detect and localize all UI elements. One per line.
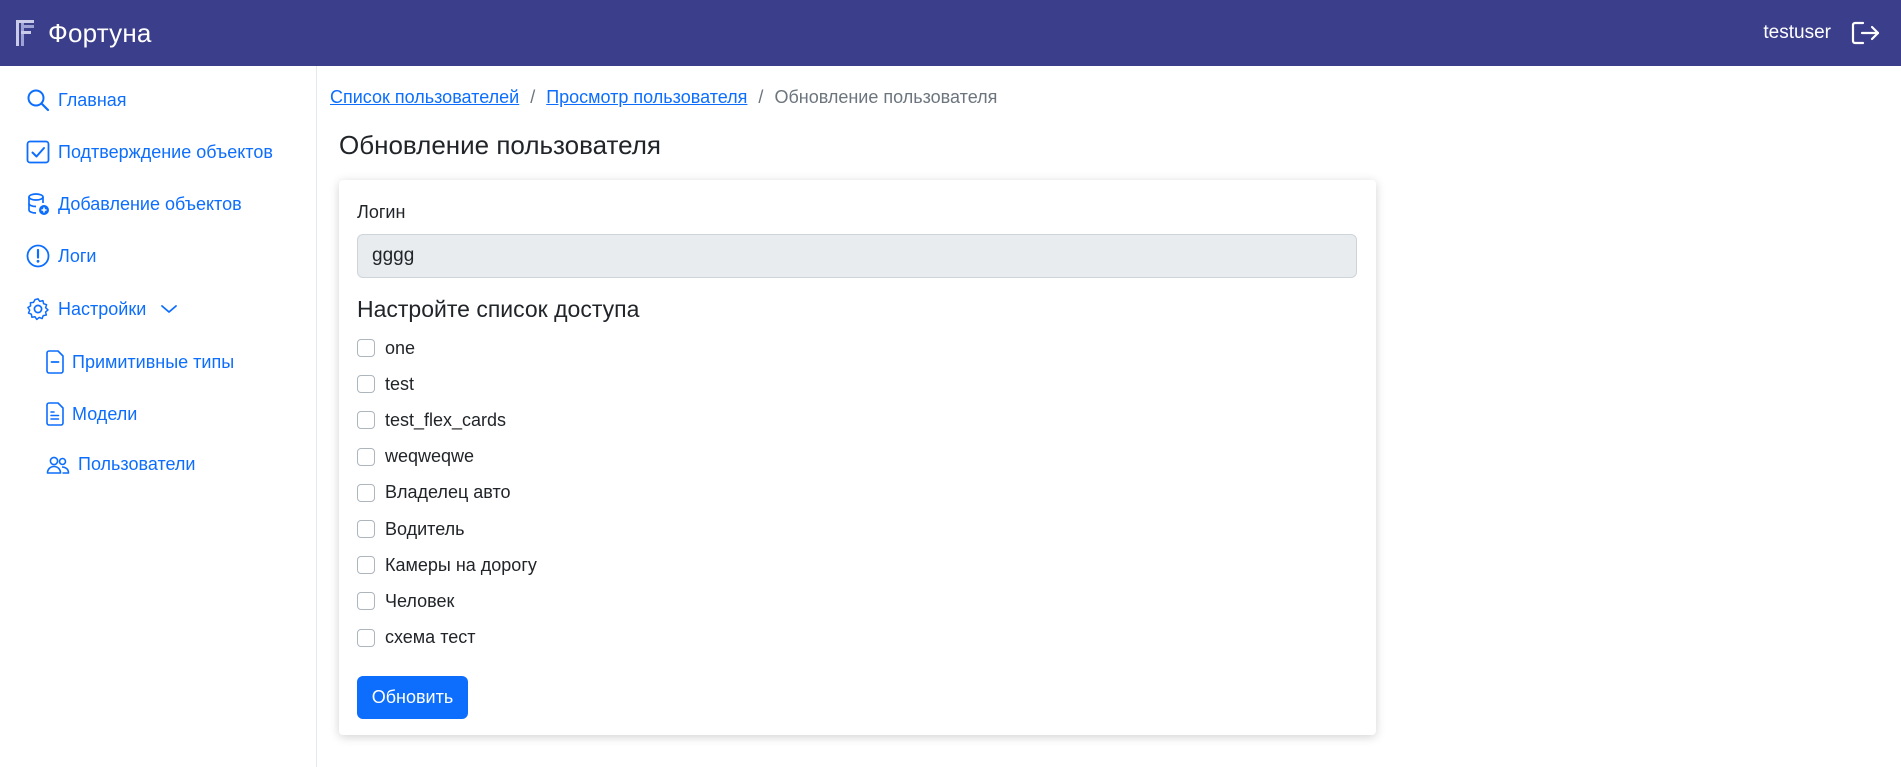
- logout-icon[interactable]: [1851, 19, 1881, 47]
- access-item: test: [357, 366, 537, 402]
- access-checkbox[interactable]: [357, 411, 375, 430]
- access-item: Человек: [357, 583, 537, 619]
- sidebar-item-label: Главная: [58, 89, 127, 110]
- access-checkbox[interactable]: [357, 556, 375, 575]
- access-item: one: [357, 330, 537, 366]
- sidebar-item-settings[interactable]: Настройки: [26, 297, 178, 321]
- sidebar: Главная Подтверждение объектов Добавлени…: [0, 66, 317, 767]
- sidebar-item-confirm-objects[interactable]: Подтверждение объектов: [26, 140, 273, 164]
- breadcrumb-separator: /: [758, 87, 764, 107]
- access-item: test_flex_cards: [357, 402, 537, 438]
- sidebar-item-label: Модели: [72, 403, 138, 424]
- access-checkbox[interactable]: [357, 447, 375, 466]
- user-area: testuser: [1763, 19, 1881, 47]
- sidebar-item-models[interactable]: Модели: [46, 402, 137, 426]
- exclamation-circle-icon: [26, 244, 50, 268]
- brand[interactable]: Фортуна: [16, 18, 152, 49]
- sidebar-item-home[interactable]: Главная: [26, 88, 127, 112]
- sidebar-item-label: Добавление объектов: [58, 193, 242, 214]
- username: testuser: [1763, 22, 1831, 43]
- sidebar-item-primitive-types[interactable]: Примитивные типы: [46, 350, 234, 374]
- access-checkbox[interactable]: [357, 483, 375, 502]
- access-label: Водитель: [385, 518, 465, 539]
- access-checkbox[interactable]: [357, 339, 375, 358]
- access-checkbox[interactable]: [357, 375, 375, 394]
- file-minus-icon: [46, 350, 64, 374]
- update-button[interactable]: Обновить: [357, 676, 468, 719]
- sidebar-item-logs[interactable]: Логи: [26, 244, 96, 268]
- access-label: weqweqwe: [385, 446, 475, 467]
- login-label: Логин: [357, 202, 406, 222]
- gear-icon: [27, 298, 49, 321]
- access-label: test: [385, 373, 415, 394]
- database-add-icon: [28, 193, 49, 215]
- sidebar-item-label: Логи: [58, 245, 97, 266]
- breadcrumb-link-view-user[interactable]: Просмотр пользователя: [546, 87, 747, 108]
- page-title: Обновление пользователя: [339, 130, 661, 160]
- sidebar-item-label: Примитивные типы: [72, 351, 235, 372]
- access-checkbox[interactable]: [357, 520, 375, 539]
- chevron-down-icon: [161, 305, 178, 313]
- access-list: one test test_flex_cards weqweqwe Владел…: [357, 330, 537, 656]
- user-form-card: Логин Настройте список доступа one test …: [339, 180, 1376, 735]
- breadcrumb: Список пользователей / Просмотр пользова…: [330, 87, 997, 108]
- access-label: Владелец авто: [385, 482, 511, 503]
- access-checkbox[interactable]: [357, 592, 375, 611]
- access-item: weqweqwe: [357, 439, 537, 475]
- access-label: Человек: [385, 590, 455, 611]
- brand-name: Фортуна: [48, 17, 152, 48]
- access-label: Камеры на дорогу: [385, 554, 537, 575]
- access-item: Камеры на дорогу: [357, 547, 537, 583]
- access-label: test_flex_cards: [385, 409, 507, 430]
- sidebar-item-label: Настройки: [58, 298, 147, 319]
- access-item: Водитель: [357, 511, 537, 547]
- access-item: Владелец авто: [357, 475, 537, 511]
- top-navbar: Фортуна testuser: [0, 0, 1901, 66]
- access-list-title: Настройте список доступа: [357, 296, 640, 322]
- search-icon: [27, 89, 50, 112]
- breadcrumb-current: Обновление пользователя: [774, 87, 998, 107]
- check-square-icon: [26, 140, 50, 164]
- sidebar-item-add-objects[interactable]: Добавление объектов: [26, 192, 242, 216]
- access-item: схема тест: [357, 620, 537, 656]
- file-text-icon: [46, 402, 64, 426]
- access-label: one: [385, 337, 416, 358]
- sidebar-item-label: Пользователи: [78, 454, 196, 474]
- people-icon: [46, 456, 70, 474]
- breadcrumb-link-users-list[interactable]: Список пользователей: [330, 87, 519, 108]
- access-label: схема тест: [385, 627, 476, 648]
- sidebar-item-label: Подтверждение объектов: [58, 141, 273, 162]
- fortuna-logo-icon: [16, 20, 34, 46]
- breadcrumb-separator: /: [530, 87, 536, 107]
- access-checkbox[interactable]: [357, 628, 375, 647]
- login-input[interactable]: [357, 234, 1357, 278]
- sidebar-item-users[interactable]: Пользователи: [46, 454, 195, 475]
